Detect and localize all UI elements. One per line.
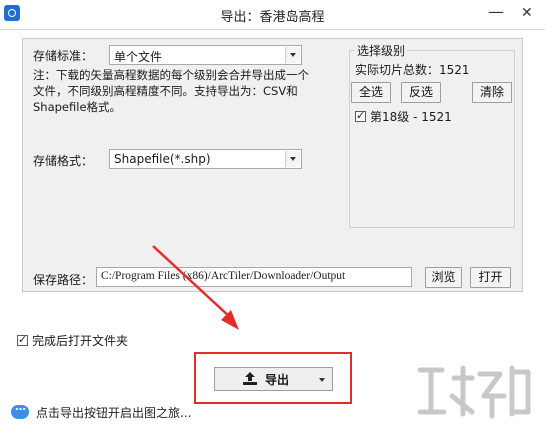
open-folder-after-label: 完成后打开文件夹: [32, 334, 129, 348]
title-divider: [0, 29, 545, 30]
level-18-label: 第18级 - 1521: [370, 110, 452, 124]
export-highlight-frame: 导出: [194, 352, 352, 404]
level-selection-group: 选择级别 实际切片总数：1521 全选 反选 清除 第18级 - 1521: [349, 42, 515, 228]
level-group-title: 选择级别: [355, 42, 408, 59]
select-all-button[interactable]: 全选: [351, 82, 391, 103]
storage-format-label: 存储格式：: [33, 154, 94, 168]
annotation-arrow: [152, 245, 239, 330]
open-folder-button[interactable]: 打开: [470, 267, 511, 288]
window-title: 导出：香港岛高程: [220, 10, 325, 25]
chevron-down-icon[interactable]: [285, 151, 300, 167]
tile-total-label: 实际切片总数：1521: [355, 63, 470, 77]
storage-standard-label: 存储标准：: [33, 49, 94, 63]
save-path-input[interactable]: C:/Program Files (x86)/ArcTiler/Download…: [96, 267, 412, 287]
close-button[interactable]: ✕: [521, 5, 533, 21]
minimize-button[interactable]: —: [488, 2, 504, 21]
status-message: 点击导出按钮开启出图之旅...: [36, 406, 192, 420]
chat-bubble-icon: [11, 400, 29, 419]
export-note: 注：下载的矢量高程数据的每个级别会合并导出成一个文件，不同级别高程精度不同。支持…: [33, 68, 309, 114]
storage-format-select[interactable]: Shapefile(*.shp): [109, 149, 302, 169]
chevron-down-icon[interactable]: [319, 378, 325, 382]
invert-selection-button[interactable]: 反选: [401, 82, 441, 103]
export-button-label: 导出: [265, 373, 290, 387]
export-settings-panel: 存储标准： 单个文件 注：下载的矢量高程数据的每个级别会合并导出成一个文件，不同…: [22, 38, 523, 292]
level-18-checkbox[interactable]: [355, 109, 366, 122]
chevron-down-icon[interactable]: [285, 47, 300, 63]
save-path-label: 保存路径：: [33, 273, 94, 287]
storage-format-value: Shapefile(*.shp): [114, 152, 211, 166]
clear-selection-button[interactable]: 清除: [472, 82, 512, 103]
upload-icon: [243, 372, 257, 385]
storage-standard-value: 单个文件: [114, 50, 163, 64]
export-button[interactable]: 导出: [214, 367, 333, 391]
browse-button[interactable]: 浏览: [425, 267, 462, 288]
open-folder-after-checkbox[interactable]: [17, 333, 28, 346]
watermark-logo-icon: [417, 365, 531, 419]
title-bar: 导出：香港岛高程 — ✕: [0, 0, 545, 29]
storage-standard-select[interactable]: 单个文件: [109, 45, 302, 65]
